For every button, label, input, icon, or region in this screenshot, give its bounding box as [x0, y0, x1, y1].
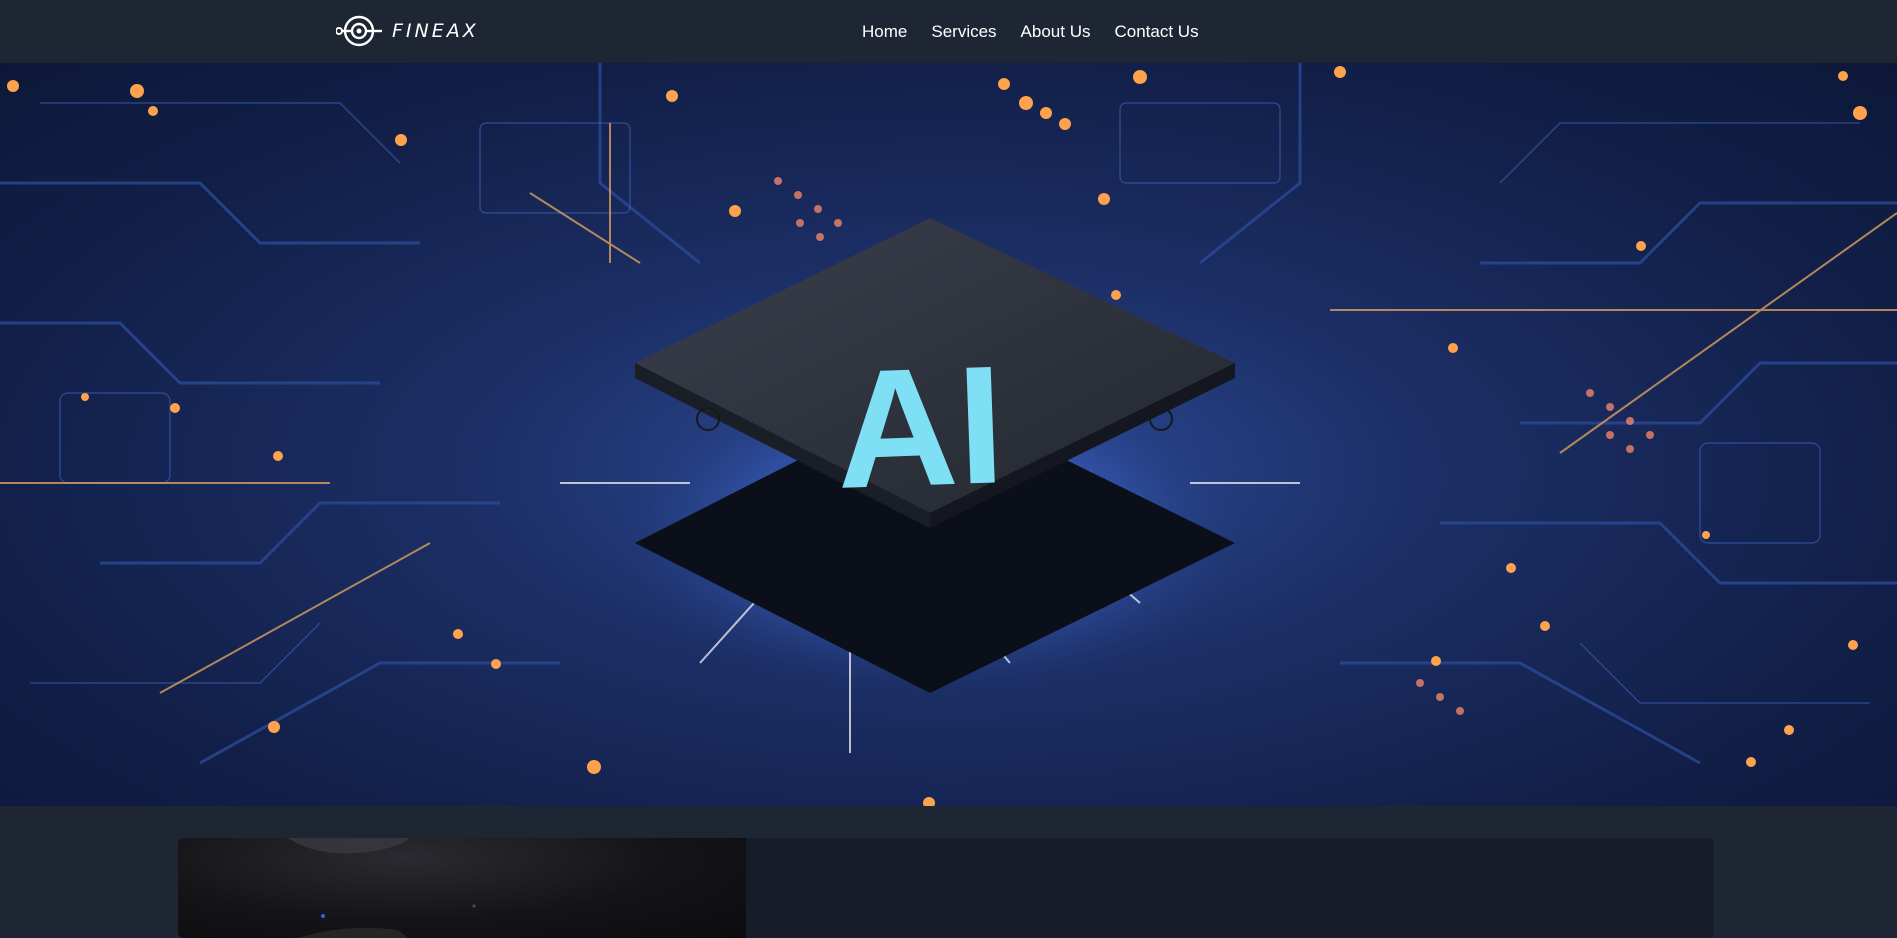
card-image [178, 838, 746, 938]
feature-card [178, 838, 1714, 938]
top-navbar: FINEAX Home Services About Us Contact Us [0, 0, 1897, 63]
fineax-logo-icon [336, 15, 382, 47]
nav-link-about-us[interactable]: About Us [1021, 22, 1091, 42]
nav-link-services[interactable]: Services [931, 22, 996, 42]
chip-text: AI [833, 330, 1007, 524]
nav-menu: Home Services About Us Contact Us [862, 0, 1199, 63]
brand-name: FINEAX [392, 20, 479, 42]
hero-banner: AI [0, 63, 1897, 806]
chip-label-ai: AI [833, 330, 1007, 524]
nav-link-home[interactable]: Home [862, 22, 907, 42]
nav-link-contact-us[interactable]: Contact Us [1114, 22, 1198, 42]
content-section [0, 806, 1897, 938]
brand-logo[interactable]: FINEAX [336, 12, 479, 50]
